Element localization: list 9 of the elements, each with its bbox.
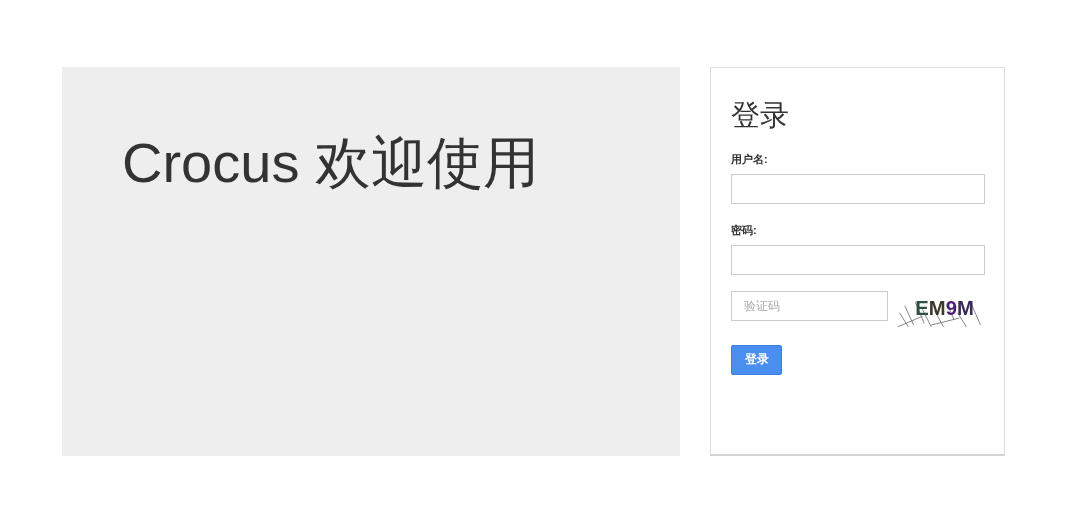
captcha-image: EM9M [896,290,984,331]
login-title: 登录 [731,98,789,133]
input-field[interactable] [731,244,985,275]
welcome-heading: Crocus 欢迎使用 [122,130,539,196]
captcha-field[interactable]: 验证码 [731,290,888,321]
field-label: 用户名: [731,151,768,167]
input-field[interactable] [731,173,985,204]
field-label: 密码: [731,222,757,238]
login-button[interactable]: 登录 [731,344,782,375]
